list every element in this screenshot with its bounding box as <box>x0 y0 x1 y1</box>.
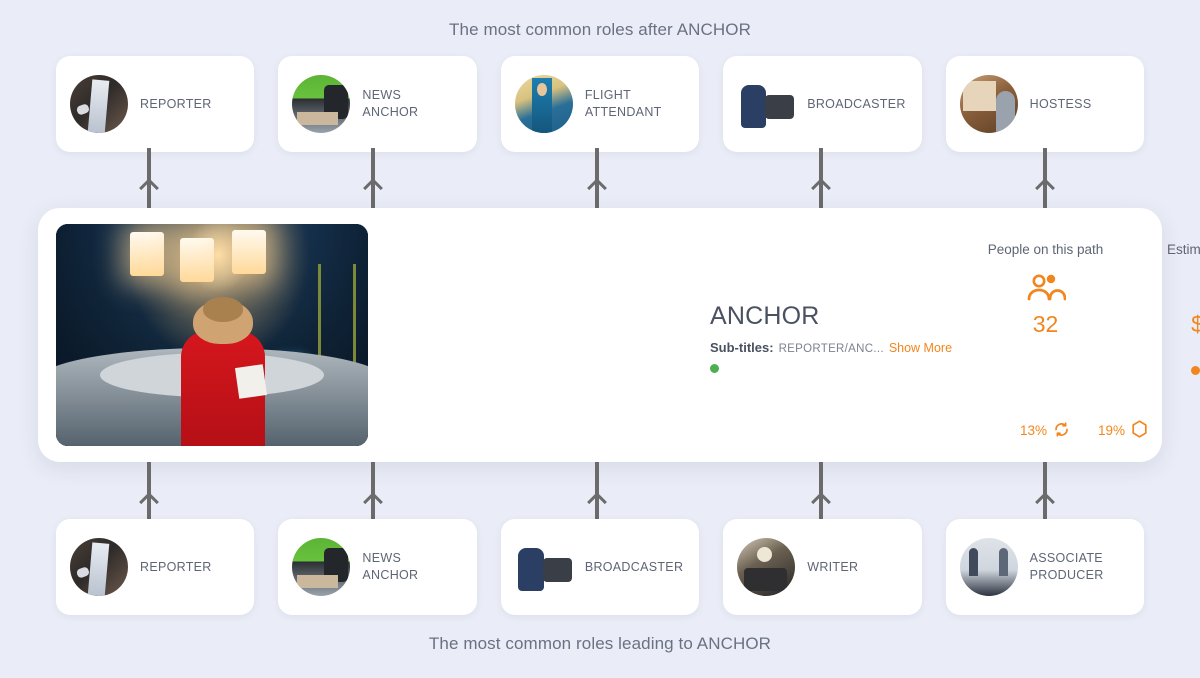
metric-value: 19% <box>1098 423 1126 438</box>
previous-roles-row: REPORTER NEWS ANCHOR BROADCASTER WRITER … <box>56 519 1145 615</box>
role-card[interactable]: ASSOCIATE PRODUCER <box>945 519 1145 615</box>
role-card[interactable]: HOSTESS <box>945 56 1145 152</box>
dollar-circle-icon: $ <box>1141 267 1200 309</box>
page-title: ANCHOR <box>710 302 820 330</box>
role-card-label: NEWS ANCHOR <box>362 88 419 119</box>
role-card-label: NEWS ANCHOR <box>362 551 419 582</box>
role-info: ANCHOR Sub-titles: REPORTER/ANC... Show … <box>368 208 1200 462</box>
metric-growth: 19% <box>1098 420 1148 441</box>
connector-arrow-up <box>819 462 823 524</box>
previous-roles-caption: The most common roles leading to ANCHOR <box>428 634 772 653</box>
show-more-link[interactable]: Show More <box>889 341 952 355</box>
role-card[interactable]: BROADCASTER <box>723 56 922 152</box>
flight-attendant-avatar-icon <box>514 75 573 133</box>
stat-estimated-salary: Estimated Salary $ $58K <box>1141 242 1200 338</box>
connector-arrow-up <box>1043 462 1047 524</box>
status-badge <box>710 364 719 373</box>
stat-label: People on this path <box>987 242 1104 257</box>
broadcaster-avatar-icon <box>514 538 573 596</box>
role-card[interactable]: FLIGHT ATTENDANT <box>500 56 700 152</box>
subtitles-row: Sub-titles: REPORTER/ANC... Show More <box>710 340 952 355</box>
role-card[interactable]: REPORTER <box>56 56 255 152</box>
subtitles-value: REPORTER/ANC... <box>778 343 884 355</box>
stat-people-on-path: People on this path 32 <box>968 242 1123 338</box>
connector-arrow-up <box>371 462 375 524</box>
role-card[interactable]: BROADCASTER <box>500 519 700 615</box>
connector-arrow-up <box>371 148 375 210</box>
role-card-label: ASSOCIATE PRODUCER <box>1029 551 1104 582</box>
connector-arrow-up <box>595 148 599 210</box>
hexagon-outline-icon <box>1131 420 1148 441</box>
broadcaster-avatar-icon <box>737 75 796 133</box>
connector-arrow-up <box>147 148 151 210</box>
role-hero-image <box>56 224 368 446</box>
role-card[interactable]: WRITER <box>723 519 922 615</box>
refresh-cycle-icon <box>1053 421 1070 441</box>
metric-turnover: 13% <box>1020 421 1070 441</box>
stat-value: $58K <box>1191 311 1200 337</box>
stat-label: Estimated Salary <box>1166 242 1200 257</box>
current-role-card: ANCHOR Sub-titles: REPORTER/ANC... Show … <box>38 208 1200 462</box>
stats-row: People on this path 32 Estimated Salary <box>968 242 1200 338</box>
associate-producer-avatar-icon <box>959 538 1018 596</box>
connector-arrow-up <box>1043 148 1047 210</box>
hostess-avatar-icon <box>959 75 1018 133</box>
pagination-dot-1[interactable] <box>1190 366 1200 375</box>
connector-arrow-up <box>819 148 823 210</box>
role-card-label: FLIGHT ATTENDANT <box>584 88 662 119</box>
connector-arrow-up <box>595 462 599 524</box>
next-roles-row: REPORTER NEWS ANCHOR FLIGHT ATTENDANT BR… <box>56 56 1145 152</box>
news-anchor-avatar-icon <box>292 75 351 133</box>
role-card[interactable]: NEWS ANCHOR <box>278 56 477 152</box>
role-card-label: REPORTER <box>140 96 212 111</box>
connector-arrow-up <box>147 462 151 524</box>
career-path-view: The most common roles after ANCHOR REPOR… <box>0 0 1200 678</box>
role-card-label: REPORTER <box>140 559 212 574</box>
reporter-avatar-icon <box>70 538 128 596</box>
role-card-label: BROADCASTER <box>584 559 684 574</box>
metrics-row: 13% 19% <box>1020 420 1148 441</box>
subtitles-label: Sub-titles: <box>710 340 774 355</box>
writer-avatar-icon <box>737 538 796 596</box>
news-anchor-avatar-icon <box>292 538 351 596</box>
role-card-label: BROADCASTER <box>807 96 906 111</box>
people-icon <box>968 267 1123 309</box>
role-card[interactable]: NEWS ANCHOR <box>278 519 477 615</box>
pagination-dots <box>968 366 1200 375</box>
role-card[interactable]: REPORTER <box>56 519 255 615</box>
role-card-label: HOSTESS <box>1029 96 1092 111</box>
role-card-label: WRITER <box>807 559 859 574</box>
stat-value: 32 <box>1032 311 1059 337</box>
metric-value: 13% <box>1020 423 1048 438</box>
reporter-avatar-icon <box>70 75 128 133</box>
next-roles-caption: The most common roles after ANCHOR <box>449 20 751 39</box>
